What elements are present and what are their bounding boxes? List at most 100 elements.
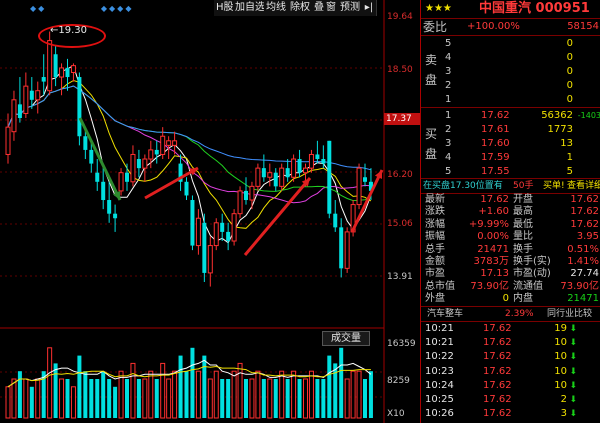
- volume-bar-up: [344, 378, 350, 419]
- volume-bar-up: [5, 386, 11, 419]
- volume-bar-up: [291, 370, 297, 419]
- candle-body-up: [166, 140, 172, 146]
- tick-time: 10:26: [425, 408, 454, 420]
- volume-bar-down: [83, 371, 88, 418]
- volume-bar-up: [47, 347, 53, 419]
- volume-bar-down: [333, 363, 338, 418]
- tick-time: 10:23: [425, 365, 454, 377]
- stat-label: 振幅: [425, 231, 445, 243]
- volume-bar-up: [237, 362, 243, 419]
- order-position-hand: 50手: [513, 181, 534, 191]
- buy-price: 17.62: [481, 110, 510, 121]
- stat-label: 开盘: [513, 194, 533, 205]
- volume-bar-up: [11, 378, 17, 419]
- stat-value: +9.99%: [468, 218, 509, 230]
- tab-window[interactable]: 窗: [324, 0, 339, 16]
- candle-body-down: [327, 140, 332, 214]
- order-book-buy-row: 3 17.60 13: [421, 137, 600, 151]
- stat-value: 73.90亿: [470, 280, 509, 292]
- candle-body-up: [23, 85, 29, 114]
- volume-bar-up: [231, 370, 237, 419]
- candle-body-up: [308, 153, 314, 169]
- volume-bar-up: [59, 378, 65, 419]
- candle-body-up: [303, 167, 308, 174]
- volume-bar-down: [368, 371, 373, 418]
- volume-bar-down: [29, 386, 34, 418]
- buy-volume-change: -1403: [577, 111, 600, 120]
- stat-label: 最低: [513, 218, 533, 230]
- tick-volume: 19: [554, 323, 567, 334]
- kline-chart-svg[interactable]: [0, 0, 418, 423]
- tick-volume: 10: [554, 365, 567, 377]
- order-position-link[interactable]: 买单!: [543, 179, 565, 193]
- volume-bar-up: [279, 370, 285, 419]
- tab-ex-rights[interactable]: 除权: [288, 0, 313, 16]
- volume-axis-label: 8259: [387, 376, 410, 386]
- stat-label: 最新: [425, 194, 445, 205]
- candle-body-down: [184, 181, 189, 196]
- tab-moving-average[interactable]: 均线: [264, 0, 289, 16]
- candle-body-down: [53, 54, 58, 78]
- tick-time: 10:21: [425, 323, 454, 334]
- stat-label: 市盈: [425, 268, 445, 280]
- down-arrow-icon: ⬇: [569, 395, 577, 405]
- volume-bar-up: [267, 378, 273, 419]
- ma-line: [7, 79, 372, 229]
- candle-body-down: [202, 222, 207, 273]
- tab-add-watchlist[interactable]: 加自选: [233, 0, 268, 16]
- volume-bar-down: [363, 379, 367, 418]
- stat-label: 涨跌: [425, 206, 445, 218]
- down-trend-arrow: [78, 117, 122, 201]
- stat-value: 73.90亿: [560, 280, 599, 292]
- weibi-value: 58154: [567, 21, 599, 32]
- order-position-text: 在买盘17.30位置有: [423, 181, 503, 191]
- candle-body-down: [315, 154, 320, 160]
- level-number: 5: [445, 166, 452, 177]
- candle-body-up: [130, 153, 136, 183]
- current-price-tag: 17.37: [384, 113, 420, 125]
- order-book-buy-row: 2 17.61 1773: [421, 123, 600, 137]
- price-axis-label: 16.20: [387, 170, 413, 180]
- order-book-sell-row: 20: [421, 79, 600, 93]
- tick-volume: 2: [560, 394, 567, 405]
- kline-chart-panel[interactable]: ◆◆ ◆◆◆◆ H股 加自选 均线 除权 叠 窗 预测 ▸| ←19.30 19…: [0, 0, 420, 423]
- sector-pct: 2.39%: [505, 309, 534, 319]
- buy-price: 17.55: [481, 166, 510, 177]
- candle-body-up: [118, 172, 124, 192]
- sector-name[interactable]: 汽车整车: [427, 307, 463, 321]
- candle-body-down: [65, 67, 70, 78]
- tick-time: 10:24: [425, 379, 454, 391]
- tick-time: 10:22: [425, 351, 454, 363]
- stat-value: 21471: [567, 293, 599, 305]
- volume-bar-up: [213, 370, 219, 419]
- volume-bar-down: [95, 379, 100, 418]
- volume-bar-down: [107, 379, 112, 418]
- candle-body-down: [17, 104, 22, 119]
- tick-price: 17.62: [483, 337, 512, 349]
- volume-bar-down: [125, 379, 129, 418]
- candle-body-down: [339, 227, 344, 269]
- level-number: 3: [445, 138, 452, 149]
- stat-label: 总手: [425, 243, 445, 255]
- tick-volume: 10: [554, 351, 567, 363]
- tick-volume: 3: [560, 408, 567, 420]
- candle-body-up: [148, 149, 154, 160]
- volume-axis-label: 16359: [387, 339, 416, 349]
- weibi-row: 委比 +100.00% 58154: [421, 20, 600, 34]
- volume-bar-down: [17, 371, 22, 418]
- arrow-expand-icon[interactable]: ▸|: [362, 0, 377, 16]
- peer-compare-link[interactable]: 同行业比较: [547, 307, 592, 321]
- volume-indicator-button[interactable]: 成交量: [322, 331, 370, 346]
- tab-forecast[interactable]: 预测: [338, 0, 363, 16]
- candle-body-up: [5, 126, 11, 155]
- candle-body-up: [47, 40, 53, 92]
- candle-body-up: [11, 99, 17, 133]
- stat-row: 总市值 73.90亿 流通值 73.90亿: [421, 281, 600, 293]
- volume-bar-down: [261, 379, 266, 418]
- volume-bar-up: [207, 378, 213, 419]
- stat-value: 0: [502, 293, 509, 305]
- candle-body-down: [95, 172, 100, 182]
- candle-body-up: [356, 167, 362, 206]
- view-detail-link[interactable]: 查看详细: [567, 179, 600, 193]
- down-arrow-icon: ⬇: [569, 380, 577, 391]
